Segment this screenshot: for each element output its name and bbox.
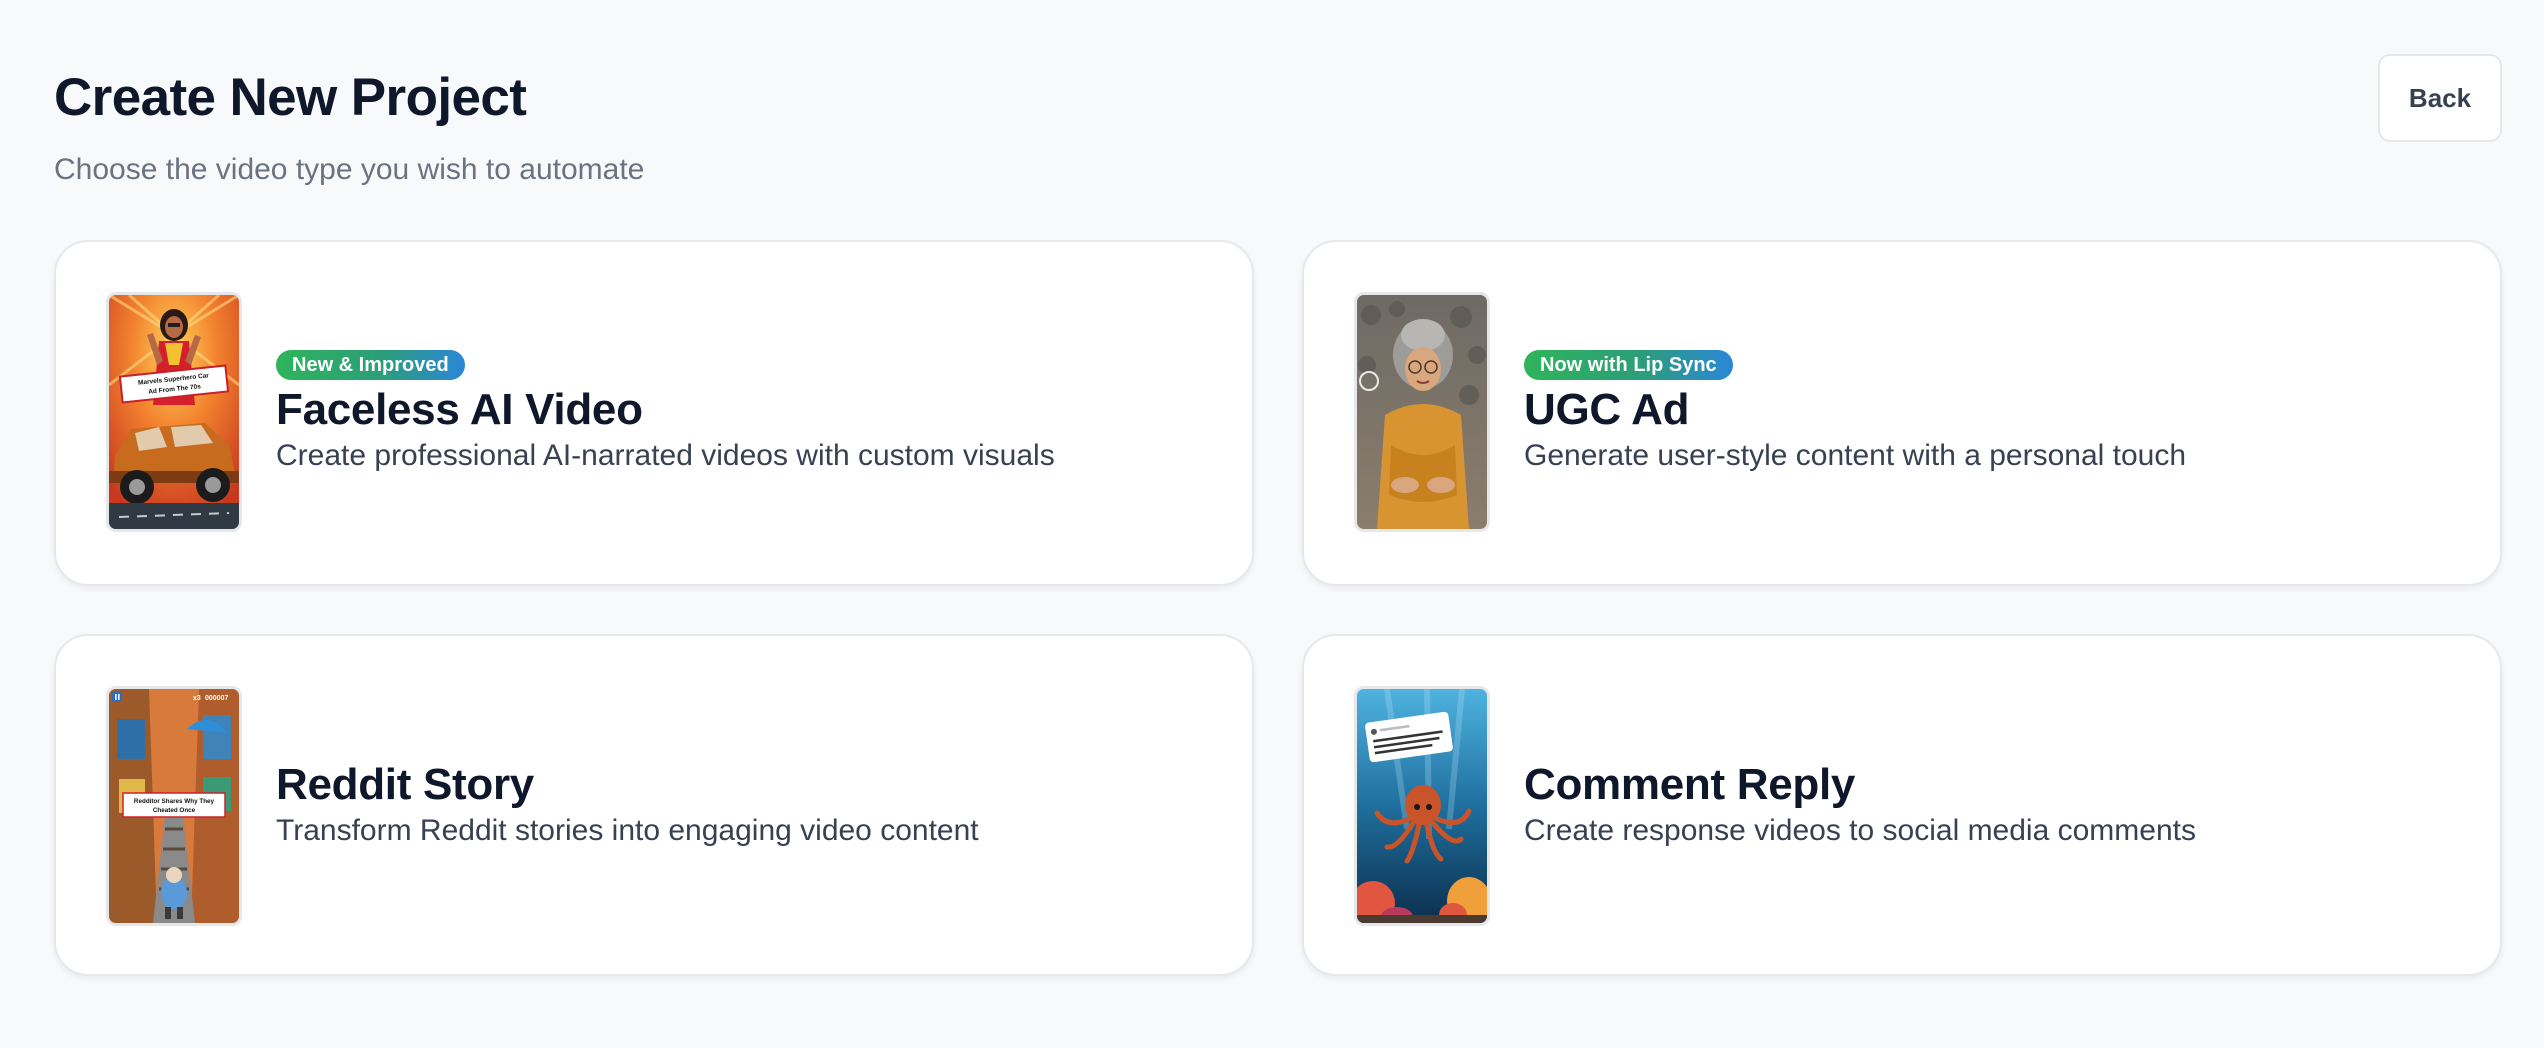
project-card-comment-reply[interactable]: Comment Reply Create response videos to … xyxy=(1302,634,2502,976)
page-title: Create New Project xyxy=(54,68,527,127)
thumbnail-multiplier: x3 xyxy=(193,695,201,702)
project-type-grid: Marvels Superhero Car Ad From The 70s Ne… xyxy=(54,240,2502,980)
back-button[interactable]: Back xyxy=(2378,54,2502,142)
card-description: Transform Reddit stories into engaging v… xyxy=(276,814,979,847)
card-text: Now with Lip Sync UGC Ad Generate user-s… xyxy=(1524,242,2460,584)
thumbnail-caption-line-1: Redditor Shares Why They xyxy=(134,798,215,805)
project-card-ugc-ad[interactable]: Now with Lip Sync UGC Ad Generate user-s… xyxy=(1302,240,2502,586)
card-description: Create response videos to social media c… xyxy=(1524,814,2196,847)
new-improved-badge: New & Improved xyxy=(276,350,465,380)
ugc-ad-thumbnail xyxy=(1354,292,1490,532)
card-text: New & Improved Faceless AI Video Create … xyxy=(276,242,1212,584)
faceless-video-thumbnail: Marvels Superhero Car Ad From The 70s xyxy=(106,292,242,532)
create-project-page: Create New Project Choose the video type… xyxy=(54,0,2502,1048)
project-card-reddit-story[interactable]: x3 000007 Redditor Shares Why They Cheat… xyxy=(54,634,1254,976)
page-subtitle: Choose the video type you wish to automa… xyxy=(54,153,645,186)
card-title: Comment Reply xyxy=(1524,760,1856,809)
card-title: Reddit Story xyxy=(276,760,534,809)
card-description: Generate user-style content with a perso… xyxy=(1524,439,2187,472)
project-card-faceless-ai-video[interactable]: Marvels Superhero Car Ad From The 70s Ne… xyxy=(54,240,1254,586)
comment-reply-thumbnail xyxy=(1354,686,1490,926)
card-text: Comment Reply Create response videos to … xyxy=(1524,636,2460,974)
thumbnail-caption-line-2: Cheated Once xyxy=(153,807,196,814)
card-description: Create professional AI-narrated videos w… xyxy=(276,439,1055,472)
lip-sync-badge: Now with Lip Sync xyxy=(1524,350,1733,380)
card-title: UGC Ad xyxy=(1524,385,1690,434)
card-text: Reddit Story Transform Reddit stories in… xyxy=(276,636,1212,974)
reddit-story-thumbnail: x3 000007 Redditor Shares Why They Cheat… xyxy=(106,686,242,926)
card-title: Faceless AI Video xyxy=(276,385,643,434)
thumbnail-score: 000007 xyxy=(205,695,228,702)
